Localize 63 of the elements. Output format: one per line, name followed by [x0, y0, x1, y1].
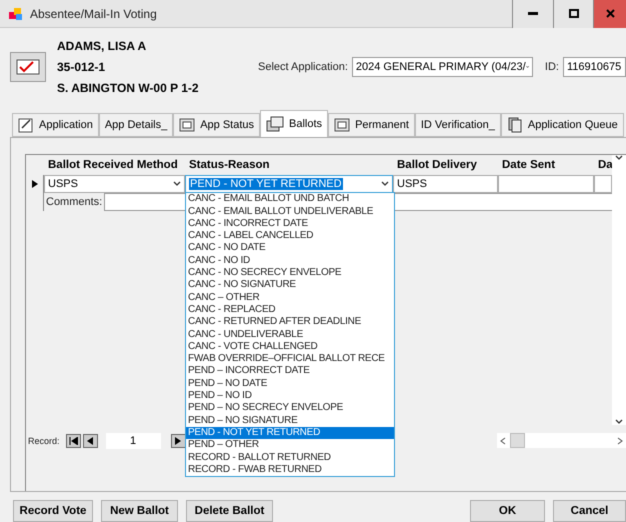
checkmark-icon: [16, 58, 40, 76]
action-button[interactable]: Delete Ballot: [186, 500, 273, 522]
tab[interactable]: ID Verification_: [414, 113, 501, 138]
column-header: Da: [597, 158, 612, 174]
next-icon: [174, 436, 182, 445]
tab[interactable]: Application Queue: [500, 113, 624, 138]
tab[interactable]: Permanent: [328, 113, 415, 138]
dialog-button[interactable]: OK: [470, 500, 545, 522]
maximize-button[interactable]: [553, 0, 593, 28]
next-record-button[interactable]: [170, 434, 186, 448]
chevron-up-icon: [615, 155, 623, 162]
scrollbar-thumb[interactable]: [510, 433, 525, 448]
application-dropdown[interactable]: 2024 GENERAL PRIMARY (04/23/: [352, 56, 533, 77]
form-icon: [18, 117, 34, 134]
column-header: Date Sent: [501, 158, 556, 174]
previous-record-button[interactable]: [82, 434, 98, 448]
action-button[interactable]: Record Vote: [13, 500, 93, 522]
column-header: Ballot Received Method: [47, 158, 179, 174]
tab[interactable]: Application: [12, 113, 99, 138]
ballot-delivery-cell: USPS: [393, 175, 498, 194]
comments-label: Comments:: [45, 195, 100, 210]
received-method-dropdown[interactable]: USPS: [44, 175, 185, 194]
window-title: Absentee/Mail-In Voting: [30, 6, 158, 20]
chevron-right-icon: [617, 436, 623, 445]
maximize-icon: [568, 9, 578, 18]
voter-precinct: S. ABINGTON W-00 P 1-2: [57, 80, 200, 95]
minimize-button[interactable]: [512, 0, 553, 28]
close-icon: [606, 9, 614, 18]
first-icon: [68, 436, 78, 445]
horizontal-scrollbar[interactable]: [497, 433, 626, 448]
card-icon: [179, 118, 196, 132]
chevron-left-icon: [500, 436, 506, 445]
dropdown-option[interactable]: PEND - NOT YET RETURNED: [186, 426, 394, 440]
minimize-icon: [528, 12, 538, 15]
action-button[interactable]: New Ballot: [101, 500, 178, 522]
chevron-down-icon: [173, 181, 181, 188]
voter-name: ADAMS, LISA A: [57, 38, 148, 53]
row-pointer-icon: [32, 180, 38, 188]
id-label: ID:: [544, 60, 559, 73]
id-field[interactable]: 116910675: [562, 56, 626, 77]
select-application-label: Select Application:: [258, 60, 348, 73]
stack-icon: [266, 116, 284, 132]
pages-icon: [506, 117, 523, 134]
table-cell: [594, 175, 612, 194]
record-label: Record:: [28, 436, 60, 446]
record-number-field[interactable]: 1: [106, 432, 161, 449]
card-icon: [334, 118, 350, 132]
voter-code: 35-012-1: [57, 60, 106, 74]
column-header: Ballot Delivery: [396, 158, 478, 174]
chevron-down-icon: [615, 419, 623, 426]
app-icon: [8, 6, 24, 22]
checkmark-button[interactable]: [10, 52, 46, 82]
first-record-button[interactable]: [66, 434, 81, 448]
tab[interactable]: Ballots: [260, 110, 328, 138]
vertical-scrollbar[interactable]: [612, 155, 626, 426]
close-button[interactable]: [593, 0, 626, 28]
tab[interactable]: App Status: [173, 113, 260, 138]
status-reason-dropdown[interactable]: PEND - NOT YET RETURNED: [185, 175, 393, 194]
column-header: Status-Reason: [188, 158, 271, 174]
tab[interactable]: App Details_: [98, 113, 174, 138]
dialog-button[interactable]: Cancel: [553, 500, 626, 522]
previous-icon: [86, 436, 94, 445]
chevron-down-icon: [381, 181, 389, 188]
